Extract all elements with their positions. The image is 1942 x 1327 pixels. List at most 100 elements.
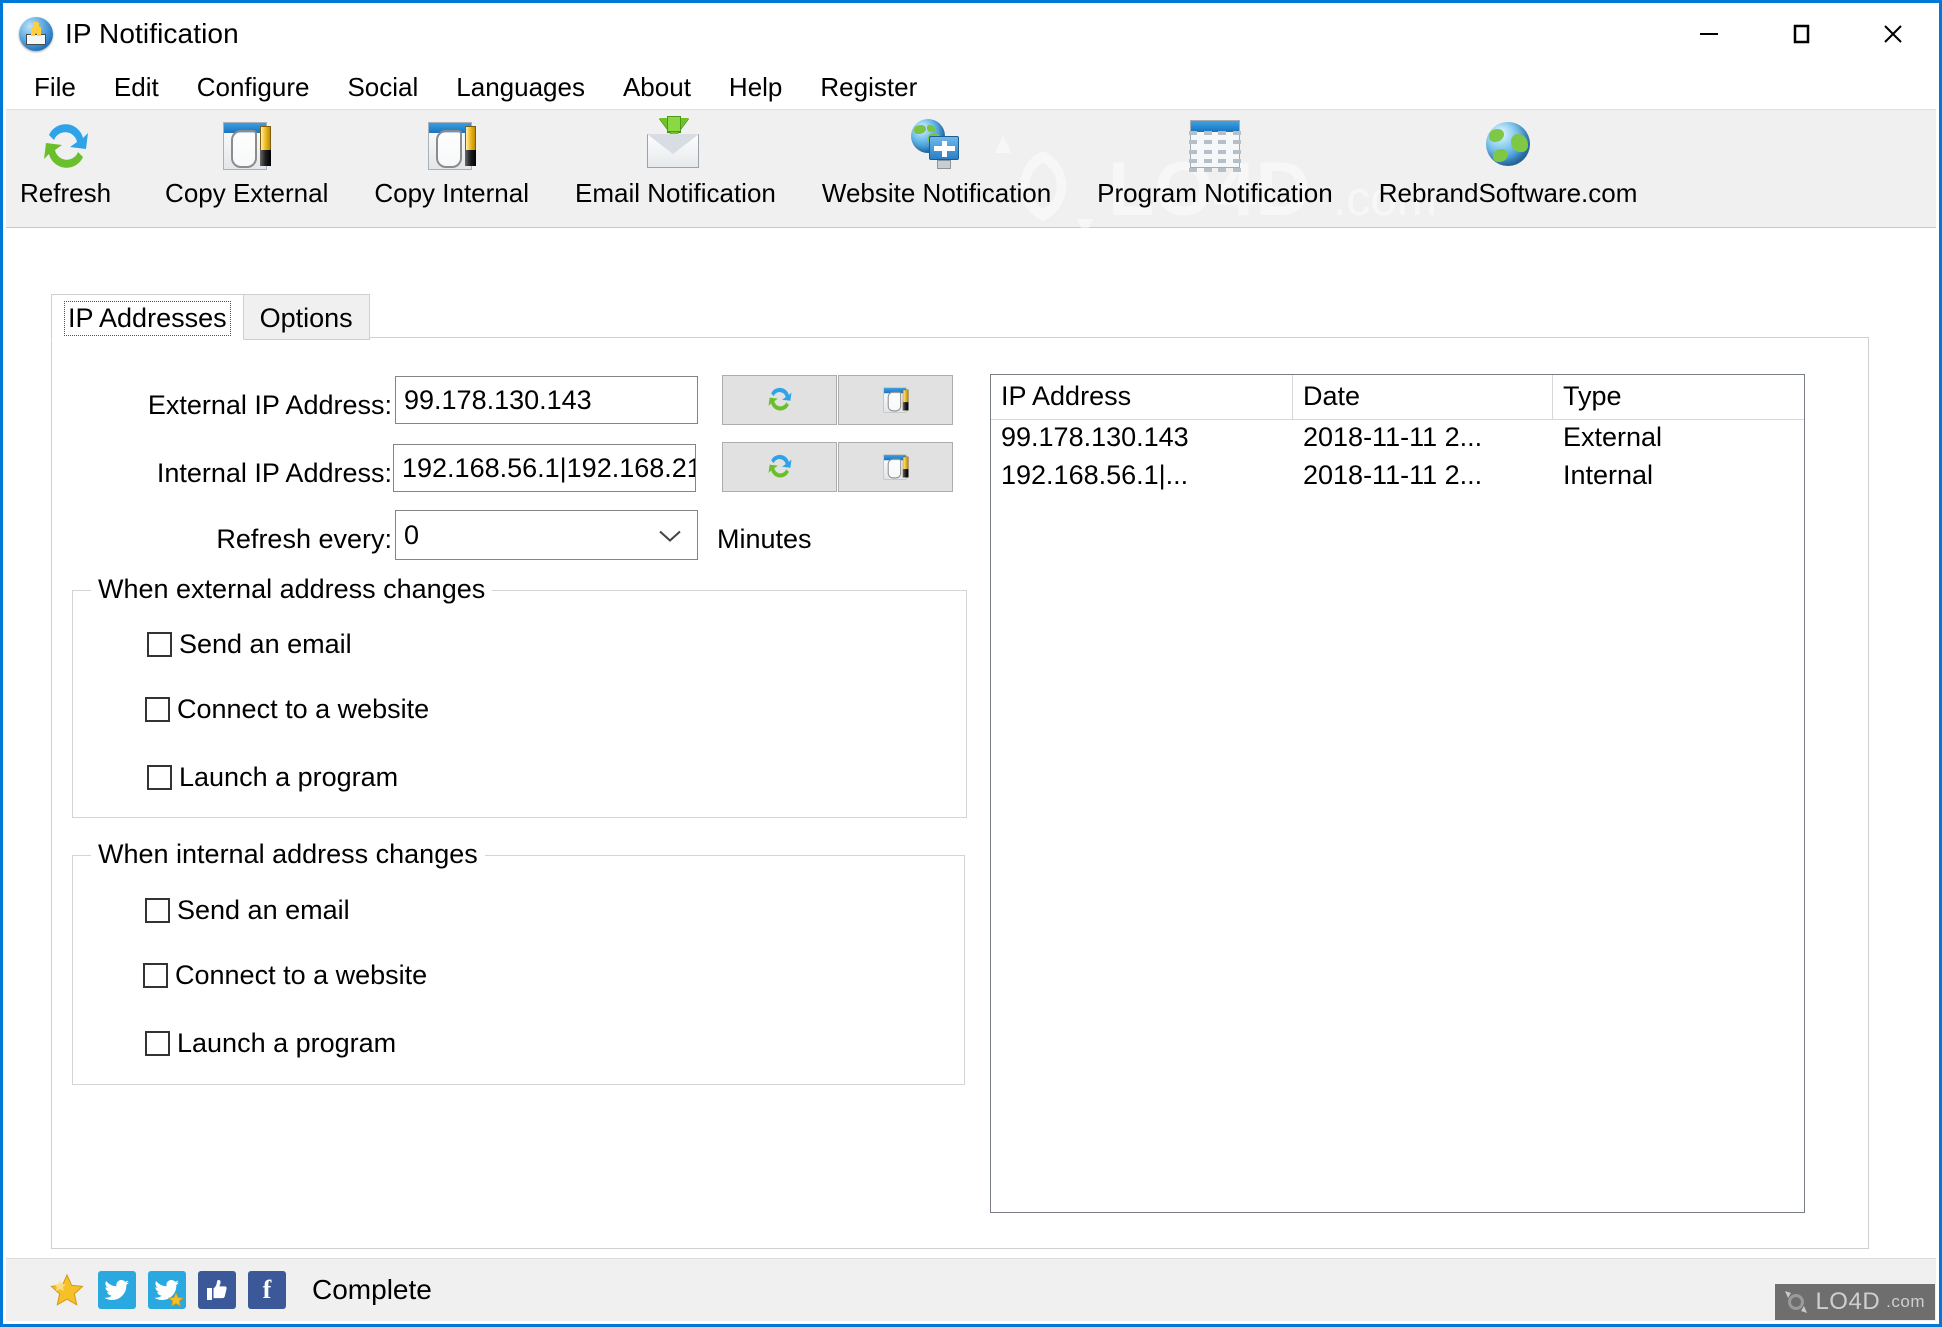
lo4d-badge-text: LO4D [1815,1288,1881,1315]
tab-options-label: Options [259,303,353,333]
external-ip-field[interactable]: 99.178.130.143 [395,376,698,424]
internal-change-group: When internal address changes Send an em… [72,839,965,1085]
minutes-label: Minutes [717,524,812,554]
tab-strip: IP Addresses Options [51,294,370,340]
listview-header: IP Address Date Type [991,375,1804,420]
cell-date: 2018-11-11 2... [1303,422,1483,452]
window-title: IP Notification [65,18,239,49]
internal-ip-label: Internal IP Address: [156,458,392,488]
menu-item-languages[interactable]: Languages [437,70,604,105]
twitter-icon[interactable] [98,1271,136,1309]
checkbox-internal-connect-website[interactable] [143,963,168,988]
chevron-down-icon [657,520,683,551]
refresh-arrows-icon [764,450,795,484]
menu-item-register[interactable]: Register [801,70,936,105]
copy-window-pen-icon [217,116,277,176]
favorite-star-icon[interactable] [48,1271,86,1309]
toolbar-button-email-notification[interactable]: Email Notification [575,110,776,209]
globe-icon [1478,116,1538,176]
internal-send-email-row[interactable]: Send an email [145,895,350,926]
cell-ip-address: 192.168.56.1|... [1001,460,1189,490]
internal-change-group-title: When internal address changes [91,839,485,870]
column-header-date[interactable]: Date [1293,375,1553,419]
column-header-ip-address[interactable]: IP Address [991,375,1293,419]
tab-ip-addresses[interactable]: IP Addresses [51,294,244,340]
external-change-group-title: When external address changes [91,574,493,605]
copy-internal-button[interactable] [838,442,953,492]
internal-launch-program-row[interactable]: Launch a program [145,1028,396,1059]
refresh-interval-value: 0 [404,519,420,550]
internal-send-email-label: Send an email [177,895,350,925]
menu-item-help[interactable]: Help [710,70,801,105]
tab-options[interactable]: Options [242,294,370,340]
toolbar-label-website-notification: Website Notification [821,178,1052,208]
minimize-button[interactable] [1663,3,1755,65]
globe-monitor-icon [907,116,967,176]
ip-history-listview[interactable]: IP Address Date Type 99.178.130.143 2018… [990,374,1805,1213]
status-bar: f Complete [6,1258,1936,1321]
menu-bar: File Edit Configure Social Languages Abo… [3,65,1939,109]
program-grid-icon [1185,116,1245,176]
refresh-internal-button[interactable] [722,442,837,492]
menu-item-file[interactable]: File [15,70,95,105]
application-window: IP Notification File Edit Configure Soci… [0,0,1942,1327]
lo4d-watermark-badge: LO4D .com [1775,1284,1935,1320]
refresh-interval-select[interactable]: 0 [395,510,698,560]
checkbox-external-connect-website[interactable] [145,697,170,722]
column-header-type[interactable]: Type [1553,375,1803,419]
cell-type: Internal [1563,460,1654,490]
maximize-button[interactable] [1755,3,1847,65]
refresh-external-button[interactable] [722,375,837,425]
twitter-follow-icon[interactable] [148,1271,186,1309]
toolbar-button-website-notification[interactable]: Website Notification [822,110,1051,209]
checkbox-external-send-email[interactable] [147,632,172,657]
copy-external-button[interactable] [838,375,953,425]
cell-type: External [1563,422,1663,452]
toolbar-button-program-notification[interactable]: Program Notification [1097,110,1333,209]
menu-item-about[interactable]: About [604,70,710,105]
title-bar: IP Notification [3,3,1939,65]
tab-panel-ip-addresses: External IP Address: 99.178.130.143 Inte… [51,337,1869,1249]
external-send-email-label: Send an email [179,629,352,659]
toolbar-label-program-notification: Program Notification [1097,178,1333,208]
checkbox-internal-launch-program[interactable] [145,1031,170,1056]
external-launch-program-label: Launch a program [179,762,399,792]
cell-date: 2018-11-11 2... [1303,460,1483,490]
internal-connect-website-label: Connect to a website [175,960,428,990]
toolbar-button-copy-external[interactable]: Copy External [165,110,328,209]
window-controls [1663,3,1939,65]
external-send-email-row[interactable]: Send an email [147,629,352,660]
toolbar-label-email-notification: Email Notification [575,178,776,208]
checkbox-external-launch-program[interactable] [147,765,172,790]
copy-window-pen-icon [880,384,911,415]
external-launch-program-row[interactable]: Launch a program [147,762,398,793]
toolbar-label-refresh: Refresh [20,178,112,208]
toolbar-label-copy-external: Copy External [165,178,329,208]
table-row[interactable]: 99.178.130.143 2018-11-11 2... External [991,420,1804,458]
copy-window-pen-icon [422,116,482,176]
toolbar: Refresh Copy External Copy Internal Emai… [6,109,1936,228]
external-connect-website-row[interactable]: Connect to a website [145,694,429,725]
refresh-arrows-icon [36,116,96,176]
checkbox-internal-send-email[interactable] [145,898,170,923]
toolbar-label-copy-internal: Copy Internal [374,178,530,208]
external-connect-website-label: Connect to a website [177,694,430,724]
refresh-every-label: Refresh every: [216,524,392,554]
toolbar-button-rebrandsoftware[interactable]: RebrandSoftware.com [1378,110,1638,209]
toolbar-button-copy-internal[interactable]: Copy Internal [374,110,529,209]
toolbar-label-rebrandsoftware: RebrandSoftware.com [1378,178,1638,208]
toolbar-button-refresh[interactable]: Refresh [20,110,111,209]
internal-ip-field[interactable]: 192.168.56.1|192.168.211.2|1 [393,444,696,492]
menu-item-configure[interactable]: Configure [178,70,329,105]
external-change-group: When external address changes Send an em… [72,574,967,818]
menu-item-social[interactable]: Social [328,70,437,105]
tab-ip-addresses-label: IP Addresses [64,301,231,336]
menu-item-edit[interactable]: Edit [95,70,178,105]
facebook-icon[interactable]: f [248,1271,286,1309]
ip-notification-icon [19,17,53,51]
internal-launch-program-label: Launch a program [177,1028,397,1058]
close-button[interactable] [1847,3,1939,65]
table-row[interactable]: 192.168.56.1|... 2018-11-11 2... Interna… [991,458,1804,496]
facebook-like-icon[interactable] [198,1271,236,1309]
internal-connect-website-row[interactable]: Connect to a website [143,960,427,991]
